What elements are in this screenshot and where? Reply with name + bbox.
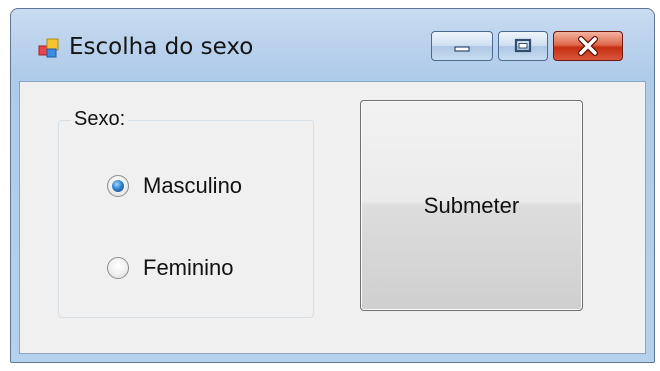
sexo-groupbox: Sexo: Masculino Feminino [58,108,314,318]
submit-button[interactable]: Submeter [360,100,583,311]
windows-form-icon [38,38,59,58]
app-window: Escolha do sexo Sexo: Masculino Feminino… [10,8,655,363]
title-bar[interactable]: Escolha do sexo [11,9,654,81]
radio-button-masculino[interactable] [107,175,129,197]
radio-feminino[interactable]: Feminino [107,255,233,281]
minimize-icon [454,46,470,52]
radio-label-masculino[interactable]: Masculino [143,173,242,199]
maximize-icon [514,38,532,53]
radio-masculino[interactable]: Masculino [107,173,242,199]
window-title: Escolha do sexo [69,34,254,60]
close-button[interactable] [553,31,623,61]
maximize-button[interactable] [498,31,548,61]
minimize-button[interactable] [431,31,493,61]
form-client-area: Sexo: Masculino Feminino Submeter [19,81,646,354]
groupbox-label: Sexo: [71,108,129,131]
close-icon [578,36,598,56]
radio-label-feminino[interactable]: Feminino [143,255,233,281]
radio-selected-dot [112,180,124,192]
radio-button-feminino[interactable] [107,257,129,279]
